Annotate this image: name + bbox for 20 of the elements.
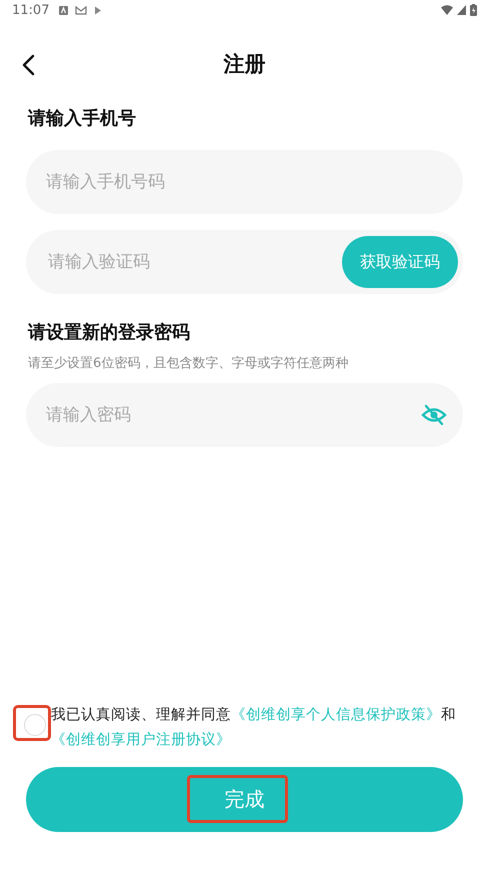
agreement-link[interactable]: 《创维创享用户注册协议》 xyxy=(51,732,231,748)
section-title: 请设置新的登录密码 xyxy=(28,321,191,344)
password-hint: 请至少设置6位密码，且包含数字、字母或字符任意两种 xyxy=(28,355,350,372)
code-input-field[interactable]: 请输入验证码 xyxy=(46,251,342,273)
agreement-text: 我已认真阅读、理解并同意《创维创享个人信息保护政策》和 《创维创享用户注册协议》 xyxy=(51,706,457,750)
notification-icon xyxy=(59,6,68,14)
page-title: 注册 xyxy=(224,51,266,78)
agreement-link[interactable]: 《创维创享个人信息保护政策》 xyxy=(231,707,441,723)
section-title: 请输入手机号 xyxy=(28,107,137,130)
signal-icon xyxy=(457,5,466,15)
agreement-checkbox[interactable] xyxy=(24,714,46,736)
battery-icon xyxy=(470,4,477,16)
mail-icon xyxy=(75,6,88,14)
status-time: 11:07 xyxy=(12,2,50,18)
get-code-button[interactable]: 获取验证码 xyxy=(342,236,458,288)
wifi-icon xyxy=(441,5,453,15)
play-icon xyxy=(94,6,102,14)
done-button[interactable]: 完成 xyxy=(26,767,463,832)
password-input-field[interactable]: 请输入密码 xyxy=(26,383,463,447)
phone-input-field[interactable]: 请输入手机号码 xyxy=(26,150,463,214)
